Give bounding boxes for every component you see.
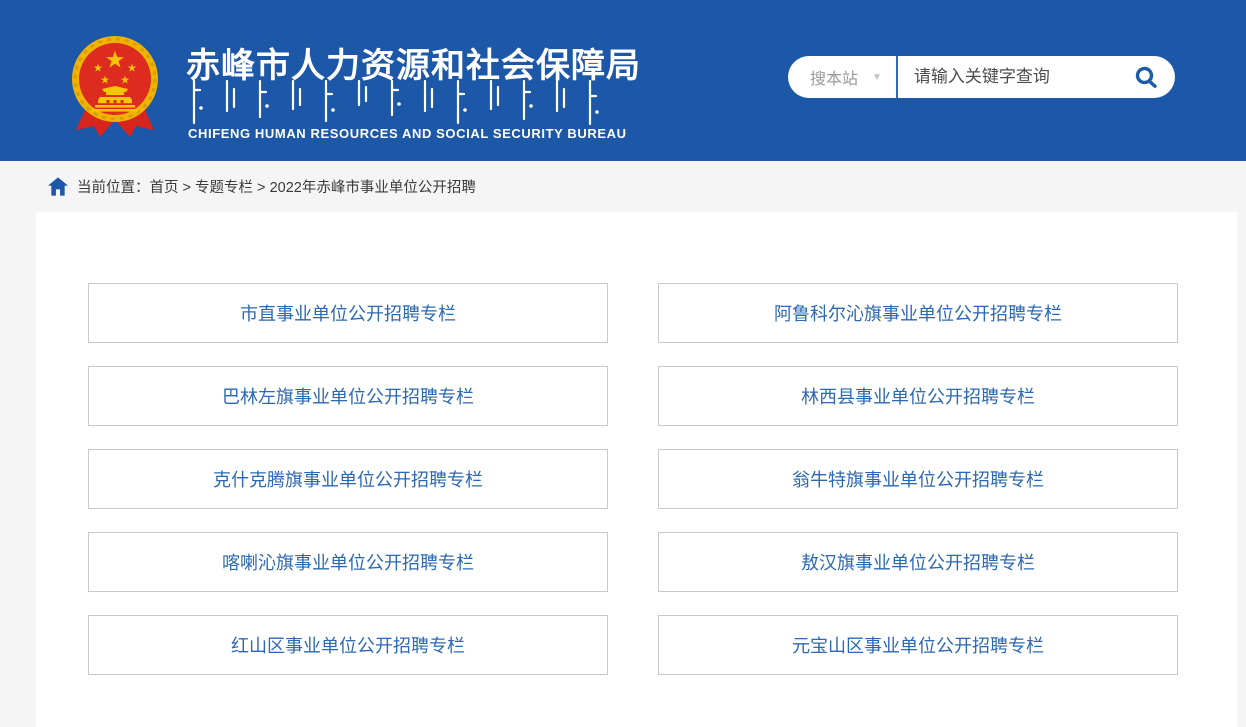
recruitment-link[interactable]: 红山区事业单位公开招聘专栏 [88,615,608,675]
site-header: 赤峰市人力资源和社会保障局 CHIFENG HUMAN RESOURCES AN… [0,0,1246,161]
search-input[interactable] [898,66,1133,88]
recruitment-link[interactable]: 巴林左旗事业单位公开招聘专栏 [88,366,608,426]
breadcrumb-items: 首页 > 专题专栏 > 2022年赤峰市事业单位公开招聘 [150,180,476,196]
chevron-down-icon: ▼ [872,72,882,83]
home-icon [48,177,68,196]
site-title-english: CHIFENG HUMAN RESOURCES AND SOCIAL SECUR… [188,126,627,141]
recruitment-grid: 市直事业单位公开招聘专栏阿鲁科尔沁旗事业单位公开招聘专栏巴林左旗事业单位公开招聘… [88,283,1178,675]
recruitment-link[interactable]: 元宝山区事业单位公开招聘专栏 [658,615,1178,675]
breadcrumb-item[interactable]: 首页 [150,180,179,196]
mongolian-script [188,80,618,126]
breadcrumb-separator: > [179,180,196,196]
recruitment-link[interactable]: 林西县事业单位公开招聘专栏 [658,366,1178,426]
breadcrumb-item: 2022年赤峰市事业单位公开招聘 [270,180,476,196]
recruitment-link[interactable]: 阿鲁科尔沁旗事业单位公开招聘专栏 [658,283,1178,343]
search-scope-dropdown[interactable]: 搜本站 ▼ [788,56,882,98]
search-button[interactable] [1133,64,1159,90]
recruitment-link[interactable]: 喀喇沁旗事业单位公开招聘专栏 [88,532,608,592]
site-search: 搜本站 ▼ [788,56,1175,98]
breadcrumb-bar: 当前位置：首页 > 专题专栏 > 2022年赤峰市事业单位公开招聘 [0,161,1246,212]
content-card: 市直事业单位公开招聘专栏阿鲁科尔沁旗事业单位公开招聘专栏巴林左旗事业单位公开招聘… [36,212,1237,727]
breadcrumb-item[interactable]: 专题专栏 [195,180,253,196]
breadcrumb-separator: > [253,180,270,196]
recruitment-link[interactable]: 市直事业单位公开招聘专栏 [88,283,608,343]
breadcrumb: 当前位置：首页 > 专题专栏 > 2022年赤峰市事业单位公开招聘 [77,176,476,197]
search-scope-label: 搜本站 [810,65,858,89]
breadcrumb-prefix: 当前位置： [77,180,150,196]
recruitment-link[interactable]: 克什克腾旗事业单位公开招聘专栏 [88,449,608,509]
recruitment-link[interactable]: 翁牛特旗事业单位公开招聘专栏 [658,449,1178,509]
recruitment-link[interactable]: 敖汉旗事业单位公开招聘专栏 [658,532,1178,592]
national-emblem-logo-icon [70,34,160,138]
search-icon [1134,65,1158,89]
